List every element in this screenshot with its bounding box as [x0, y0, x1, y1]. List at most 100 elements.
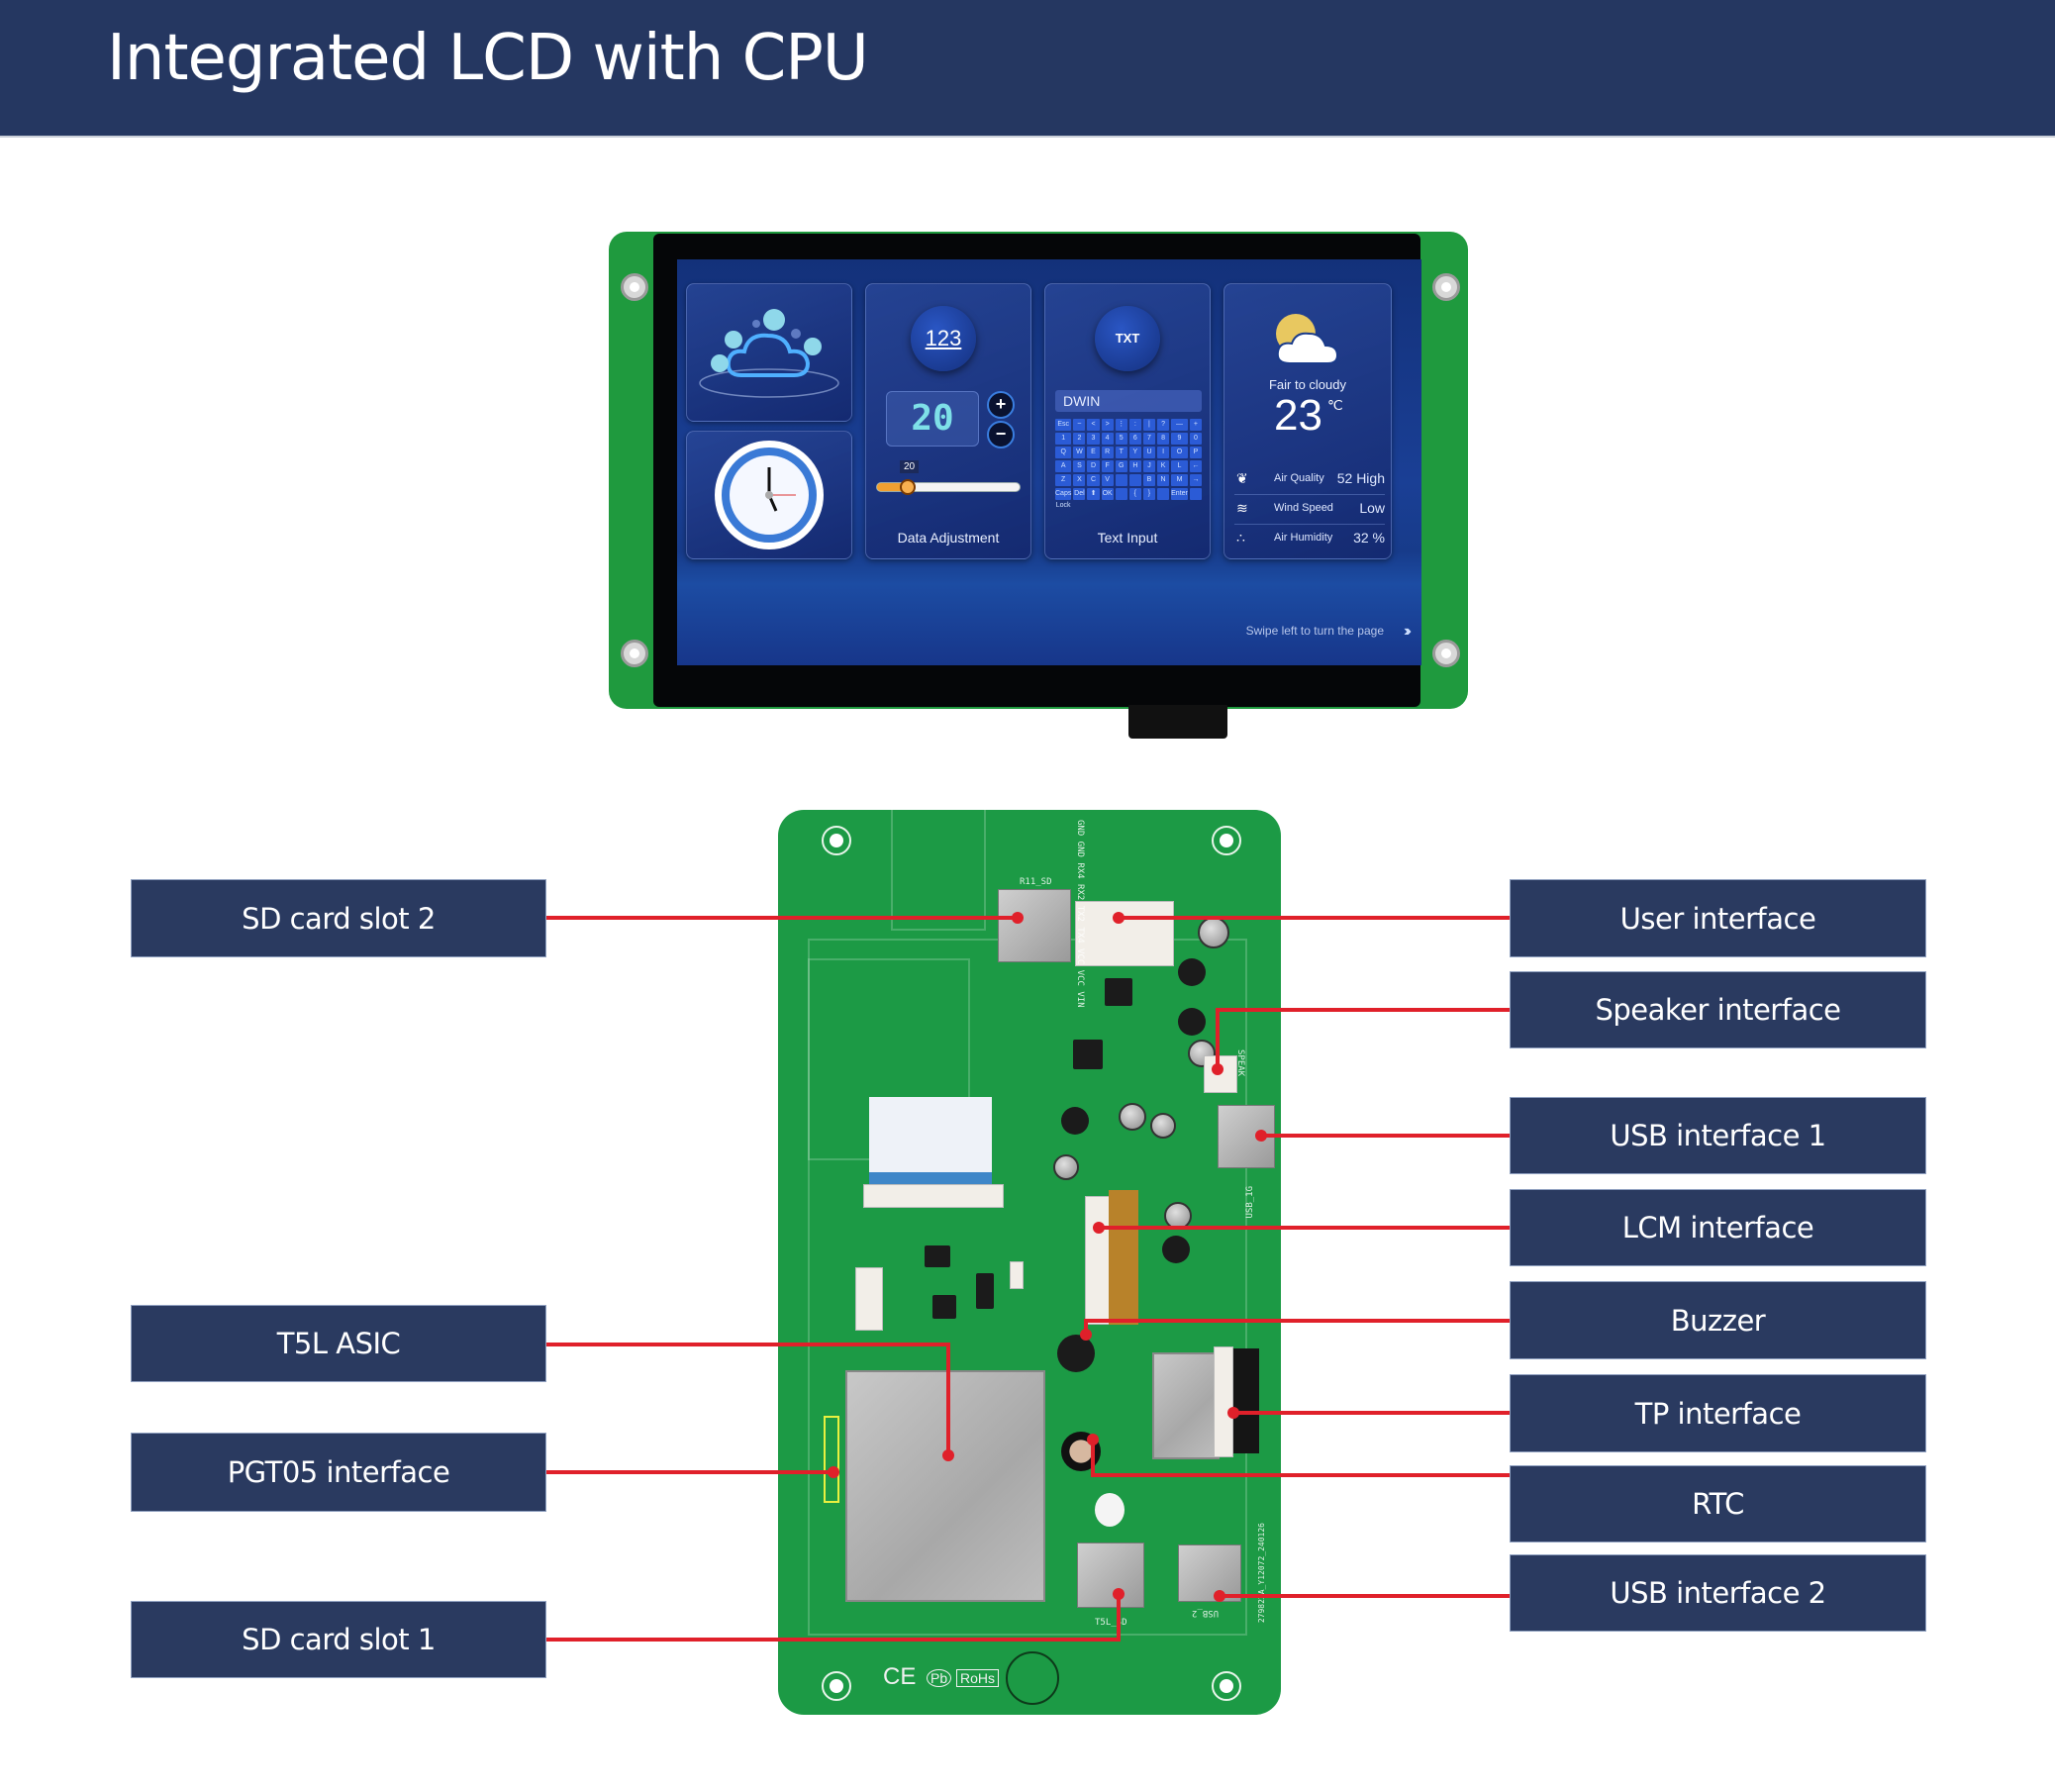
t5l-asic-shield: [845, 1370, 1045, 1602]
keyboard-key[interactable]: H: [1128, 460, 1141, 472]
rtc-battery: [1061, 1432, 1101, 1471]
ce-mark: CE: [883, 1663, 917, 1690]
keyboard-key[interactable]: 8: [1157, 433, 1170, 445]
keyboard-key[interactable]: →: [1189, 474, 1202, 486]
keyboard-key[interactable]: R: [1101, 447, 1114, 458]
keyboard-key[interactable]: Q: [1055, 447, 1072, 458]
keyboard-key[interactable]: [1189, 488, 1202, 500]
tp-shield: [1152, 1352, 1220, 1459]
data-slider[interactable]: [876, 479, 1021, 495]
slider-thumb[interactable]: [899, 479, 916, 495]
silk-serial: 279822A_Y12072_240126: [1257, 1523, 1266, 1624]
keyboard-key[interactable]: E: [1087, 447, 1100, 458]
mount-hole-icon: [1432, 273, 1460, 301]
temperature-unit: ℃: [1327, 397, 1343, 413]
keyboard-key[interactable]: 9: [1171, 433, 1188, 445]
regulator: [925, 1245, 950, 1267]
rohs-mark: RoHs: [956, 1669, 1000, 1687]
keyboard-key[interactable]: +: [1189, 419, 1202, 431]
keyboard-key[interactable]: ⬆: [1087, 488, 1100, 500]
keyboard-key[interactable]: G: [1115, 460, 1127, 472]
keyboard-key[interactable]: D: [1087, 460, 1100, 472]
partly-cloudy-icon: [1276, 314, 1339, 364]
keyboard-key[interactable]: V: [1101, 474, 1114, 486]
silk-speaker: SPEAK: [1235, 1049, 1245, 1077]
tp-connector: [1214, 1346, 1233, 1457]
keyboard-key[interactable]: 5: [1115, 433, 1127, 445]
weather-card[interactable]: Fair to cloudy 23 ℃ ❦ Air Quality 52 Hig…: [1223, 283, 1392, 559]
keyboard-key[interactable]: 1: [1055, 433, 1072, 445]
rtc-holder: [1095, 1493, 1125, 1527]
keyboard-key[interactable]: 4: [1101, 433, 1114, 445]
dip-switch: [976, 1273, 994, 1309]
decrement-button[interactable]: −: [987, 421, 1015, 448]
keyboard-key[interactable]: X: [1073, 474, 1086, 486]
clock-card[interactable]: [686, 431, 852, 559]
increment-button[interactable]: +: [987, 391, 1015, 419]
keyboard-key[interactable]: Y: [1128, 447, 1141, 458]
keyboard-key[interactable]: —: [1171, 419, 1188, 431]
keyboard-key[interactable]: S: [1073, 460, 1086, 472]
keyboard-key[interactable]: Del: [1073, 488, 1086, 500]
keyboard-key[interactable]: [1115, 488, 1127, 500]
keyboard-key[interactable]: ?: [1157, 419, 1170, 431]
iot-card[interactable]: [686, 283, 852, 422]
keyboard-key[interactable]: 0: [1189, 433, 1202, 445]
keyboard-key[interactable]: :: [1128, 419, 1141, 431]
mount-hole-icon: [621, 273, 648, 301]
text-input-card[interactable]: TXT DWIN Esc ~ < > ⋮: |? — +1 2 3 4 5 6 7 8 9 0 Q W E R T Y U I O…: [1044, 283, 1211, 559]
keyboard-key[interactable]: K: [1157, 460, 1170, 472]
keyboard-key[interactable]: Caps Lock: [1055, 488, 1072, 509]
keyboard-key[interactable]: >: [1101, 419, 1114, 431]
air-quality-value: 52 High: [1336, 470, 1385, 486]
keyboard-key[interactable]: F: [1101, 460, 1114, 472]
text-input-field[interactable]: DWIN: [1055, 390, 1202, 412]
keyboard-key[interactable]: O: [1171, 447, 1188, 458]
chevron-right-icon[interactable]: ›››: [1404, 623, 1412, 641]
keyboard-key[interactable]: T: [1115, 447, 1127, 458]
callout-buzzer: Buzzer: [1510, 1281, 1926, 1359]
keyboard-key[interactable]: {: [1128, 488, 1141, 500]
keyboard-key[interactable]: [1115, 474, 1127, 486]
keyboard-key[interactable]: A: [1055, 460, 1072, 472]
inductor: [1178, 958, 1206, 986]
inductor: [1061, 1107, 1089, 1135]
keyboard-key[interactable]: 7: [1142, 433, 1156, 445]
on-screen-keyboard: Esc ~ < > ⋮: |? — +1 2 3 4 5 6 7 8 9 0 Q W E R T Y U I O P A S D F G H J K…: [1055, 419, 1202, 509]
data-adjustment-card[interactable]: 123 20 + − 20 Data Adjustment: [865, 283, 1031, 559]
keyboard-key[interactable]: M: [1171, 474, 1188, 486]
keyboard-key[interactable]: ~: [1073, 419, 1086, 431]
keyboard-key[interactable]: B: [1142, 474, 1156, 486]
callout-t5l-asic: T5L ASIC: [131, 1305, 546, 1382]
swipe-hint: Swipe left to turn the page: [1245, 624, 1384, 638]
keyboard-key[interactable]: <: [1087, 419, 1100, 431]
keyboard-key[interactable]: 3: [1087, 433, 1100, 445]
keyboard-key[interactable]: 2: [1073, 433, 1086, 445]
keyboard-key[interactable]: L: [1171, 460, 1188, 472]
keyboard-key[interactable]: P: [1189, 447, 1202, 458]
keyboard-key[interactable]: I: [1157, 447, 1170, 458]
keyboard-key[interactable]: Z: [1055, 474, 1072, 486]
dvp-cam-connector: [855, 1267, 883, 1331]
keyboard-key[interactable]: N: [1157, 474, 1170, 486]
keyboard-key[interactable]: ⋮: [1115, 419, 1127, 431]
keyboard-key[interactable]: U: [1142, 447, 1156, 458]
keyboard-key[interactable]: J: [1142, 460, 1156, 472]
keyboard-key[interactable]: [1128, 474, 1141, 486]
tp-flex-cable: [1233, 1348, 1259, 1453]
pb-free-mark: Pb: [927, 1669, 952, 1687]
keyboard-key[interactable]: C: [1087, 474, 1100, 486]
keyboard-key[interactable]: 6: [1128, 433, 1141, 445]
wind-speed-value: Low: [1359, 500, 1385, 516]
keyboard-key[interactable]: [1157, 488, 1170, 500]
keyboard-key[interactable]: W: [1073, 447, 1086, 458]
keyboard-key[interactable]: Esc: [1055, 419, 1072, 431]
inductor: [1178, 1008, 1206, 1036]
keyboard-key[interactable]: ←: [1189, 460, 1202, 472]
keyboard-key[interactable]: |: [1142, 419, 1156, 431]
keyboard-key[interactable]: OK: [1101, 488, 1114, 500]
txt-file-icon[interactable]: TXT: [1095, 306, 1160, 371]
keyboard-key[interactable]: Enter: [1171, 488, 1188, 500]
keyboard-key[interactable]: }: [1142, 488, 1156, 500]
numeric-badge[interactable]: 123: [911, 306, 976, 371]
